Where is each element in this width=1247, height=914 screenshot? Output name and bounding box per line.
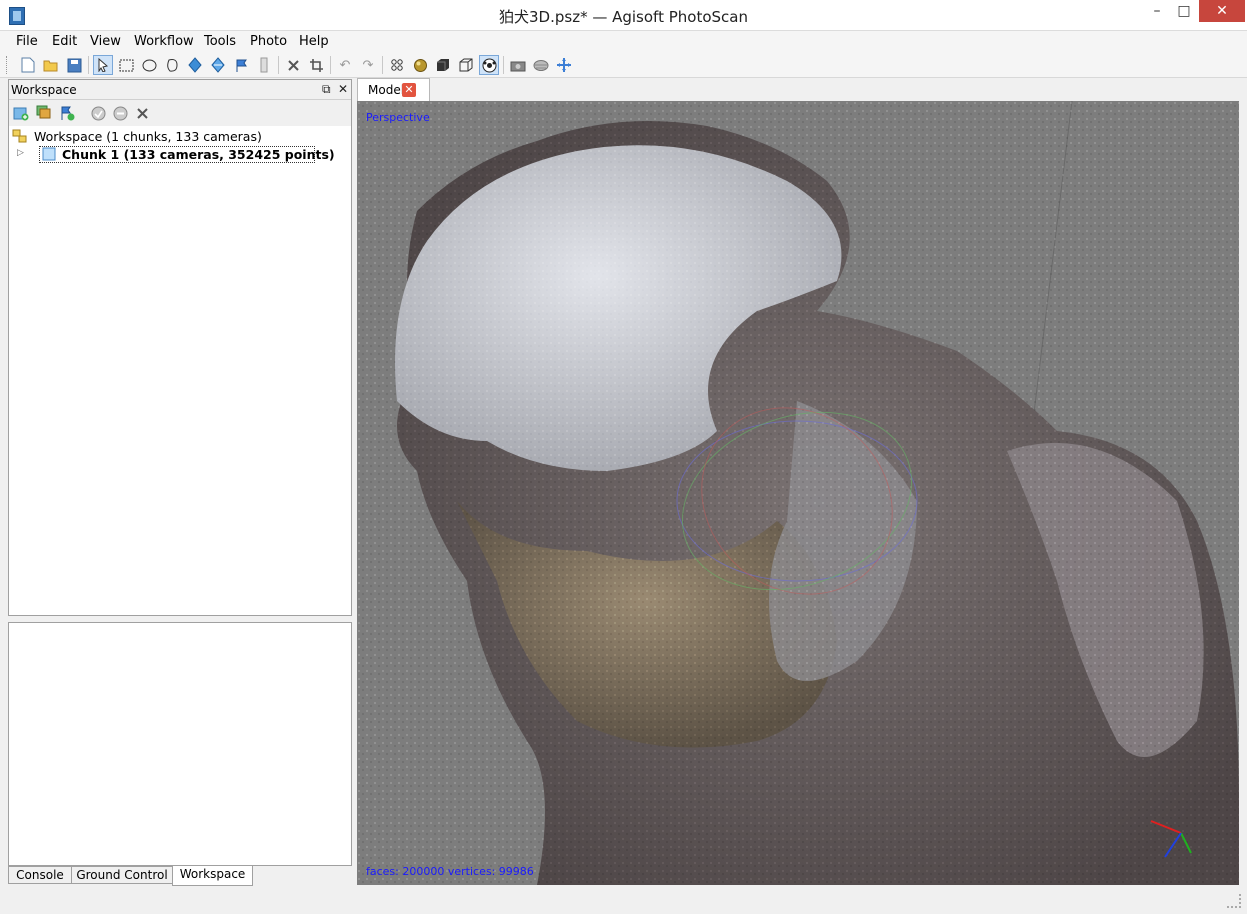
menu-view[interactable]: View bbox=[90, 34, 121, 49]
save-icon[interactable] bbox=[64, 55, 84, 75]
menu-edit[interactable]: Edit bbox=[52, 34, 77, 49]
menu-photo[interactable]: Photo bbox=[250, 34, 287, 49]
chunk-label: Chunk 1 (133 cameras, 352425 points) bbox=[62, 147, 335, 162]
workspace-icon bbox=[12, 129, 27, 143]
texture-overlay bbox=[357, 101, 1239, 885]
model-tab-label: Model bbox=[368, 83, 405, 97]
ruler-icon[interactable] bbox=[254, 55, 274, 75]
model-render bbox=[357, 101, 1239, 885]
crop-selection-icon[interactable] bbox=[306, 55, 326, 75]
menu-file[interactable]: File bbox=[16, 34, 38, 49]
textured-icon[interactable] bbox=[479, 55, 499, 75]
place-marker-icon[interactable] bbox=[231, 55, 251, 75]
move-region-icon[interactable] bbox=[185, 55, 205, 75]
model-stats-label: faces: 200000 vertices: 99986 bbox=[366, 865, 534, 878]
tab-ground-control[interactable]: Ground Control bbox=[71, 866, 173, 884]
menu-bar: File Edit View Workflow Tools Photo Help bbox=[0, 31, 1247, 53]
close-icon[interactable]: ✕ bbox=[1199, 0, 1245, 22]
delete-selection-icon[interactable] bbox=[283, 55, 303, 75]
workspace-toolbar bbox=[9, 100, 351, 126]
model-viewport[interactable]: Perspective faces: 200000 vertices: 9998… bbox=[357, 101, 1239, 885]
menu-tools[interactable]: Tools bbox=[204, 34, 236, 49]
rectangle-selection-icon[interactable] bbox=[116, 55, 136, 75]
show-cameras-icon[interactable] bbox=[508, 55, 528, 75]
add-chunk-icon[interactable] bbox=[12, 104, 30, 122]
float-panel-icon[interactable]: ⧉ bbox=[322, 82, 331, 97]
projection-label: Perspective bbox=[366, 111, 430, 124]
navigation-icon[interactable] bbox=[93, 55, 113, 75]
new-icon[interactable] bbox=[18, 55, 38, 75]
circle-selection-icon[interactable] bbox=[139, 55, 159, 75]
minimize-icon[interactable]: – bbox=[1143, 0, 1171, 22]
menu-help[interactable]: Help bbox=[299, 34, 329, 49]
solid-icon[interactable] bbox=[433, 55, 453, 75]
main-toolbar: ↶ ↷ bbox=[0, 53, 1247, 78]
shaded-icon[interactable] bbox=[410, 55, 430, 75]
add-photos-icon[interactable] bbox=[35, 104, 53, 122]
reset-view-icon[interactable] bbox=[554, 55, 574, 75]
toolbar-grip bbox=[6, 56, 10, 74]
show-region-icon[interactable] bbox=[531, 55, 551, 75]
rotate-region-icon[interactable] bbox=[208, 55, 228, 75]
workspace-root-label: Workspace (1 chunks, 133 cameras) bbox=[34, 129, 262, 144]
properties-panel bbox=[8, 622, 352, 866]
resize-grip-icon[interactable] bbox=[1227, 894, 1241, 908]
expand-arrow-icon[interactable]: ▷ bbox=[17, 148, 32, 162]
chunk-icon bbox=[42, 147, 57, 161]
status-bar bbox=[0, 888, 1247, 914]
tab-model[interactable]: Model ✕ bbox=[357, 78, 430, 101]
tab-workspace[interactable]: Workspace bbox=[172, 866, 253, 886]
tab-console[interactable]: Console bbox=[8, 866, 72, 884]
menu-workflow[interactable]: Workflow bbox=[134, 34, 194, 49]
close-panel-icon[interactable]: ✕ bbox=[338, 82, 348, 96]
point-cloud-icon[interactable] bbox=[387, 55, 407, 75]
title-bar: 狛犬3D.psz* — Agisoft PhotoScan – □ ✕ bbox=[0, 0, 1247, 31]
add-markers-icon[interactable] bbox=[58, 104, 76, 122]
remove-icon[interactable] bbox=[133, 104, 151, 122]
undo-icon[interactable]: ↶ bbox=[335, 55, 355, 75]
workspace-panel-header: Workspace ⧉ ✕ bbox=[9, 80, 351, 100]
redo-icon[interactable]: ↷ bbox=[358, 55, 378, 75]
wireframe-icon[interactable] bbox=[456, 55, 476, 75]
close-tab-icon[interactable]: ✕ bbox=[402, 83, 416, 97]
open-icon[interactable] bbox=[41, 55, 61, 75]
workspace-panel-title: Workspace bbox=[11, 83, 77, 97]
enable-icon[interactable] bbox=[89, 104, 107, 122]
maximize-icon[interactable]: □ bbox=[1170, 0, 1198, 22]
disable-icon[interactable] bbox=[111, 104, 129, 122]
window-title: 狛犬3D.psz* — Agisoft PhotoScan bbox=[499, 8, 748, 26]
free-form-selection-icon[interactable] bbox=[162, 55, 182, 75]
workspace-panel: Workspace ⧉ ✕ Workspace (1 chunks, 133 c… bbox=[8, 79, 352, 616]
